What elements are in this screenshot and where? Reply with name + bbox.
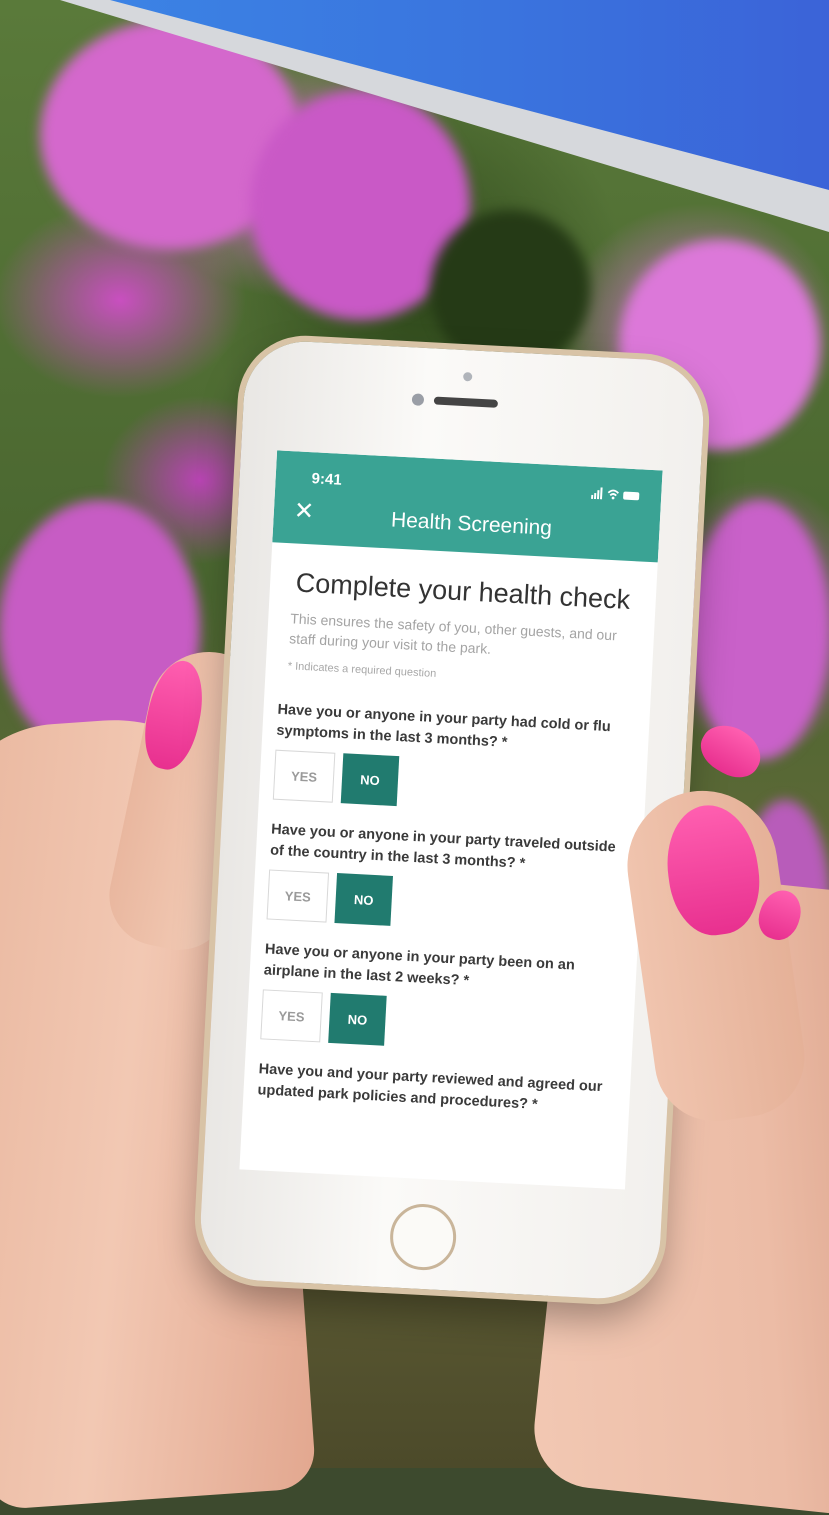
question-travel: Have you or anyone in your party travele… [266, 820, 630, 939]
question-text: Have you and your party reviewed and agr… [257, 1061, 603, 1113]
phone-speaker [433, 396, 499, 408]
signal-wifi-battery-icon [590, 487, 640, 501]
phone: 9:41 ✕ Health Screening Complete your he… [197, 338, 707, 1302]
no-button[interactable]: NO [340, 753, 400, 807]
app-screen: 9:41 ✕ Health Screening Complete your he… [239, 450, 663, 1190]
form-content: Complete your health check This ensures … [243, 542, 658, 1120]
answer-group: YES NO [260, 989, 620, 1058]
answer-group: YES NO [272, 749, 633, 819]
required-note: * Indicates a required question [287, 660, 437, 680]
yes-button[interactable]: YES [272, 749, 336, 803]
status-icons [590, 487, 642, 505]
yes-button[interactable]: YES [260, 989, 323, 1043]
question-text: Have you or anyone in your party travele… [269, 821, 617, 872]
phone-sensor [462, 371, 473, 382]
question-text: Have you or anyone in your party had col… [276, 701, 612, 751]
no-button[interactable]: NO [334, 873, 393, 926]
question-policies: Have you and your party reviewed and agr… [257, 1059, 617, 1120]
home-button[interactable] [388, 1202, 458, 1272]
question-airplane: Have you or anyone in your party been on… [260, 939, 623, 1058]
status-time: 9:41 [311, 470, 343, 489]
yes-button[interactable]: YES [266, 869, 330, 923]
question-text: Have you or anyone in your party been on… [263, 941, 576, 990]
answer-group: YES NO [266, 869, 627, 938]
question-cold-flu: Have you or anyone in your party had col… [272, 700, 636, 819]
intro-text: This ensures the safety of you, other gu… [288, 610, 618, 657]
page-header-title: Health Screening [390, 508, 553, 540]
camera-icon [411, 393, 425, 406]
no-button[interactable]: NO [328, 992, 387, 1046]
page-title: Complete your health check [295, 567, 631, 615]
